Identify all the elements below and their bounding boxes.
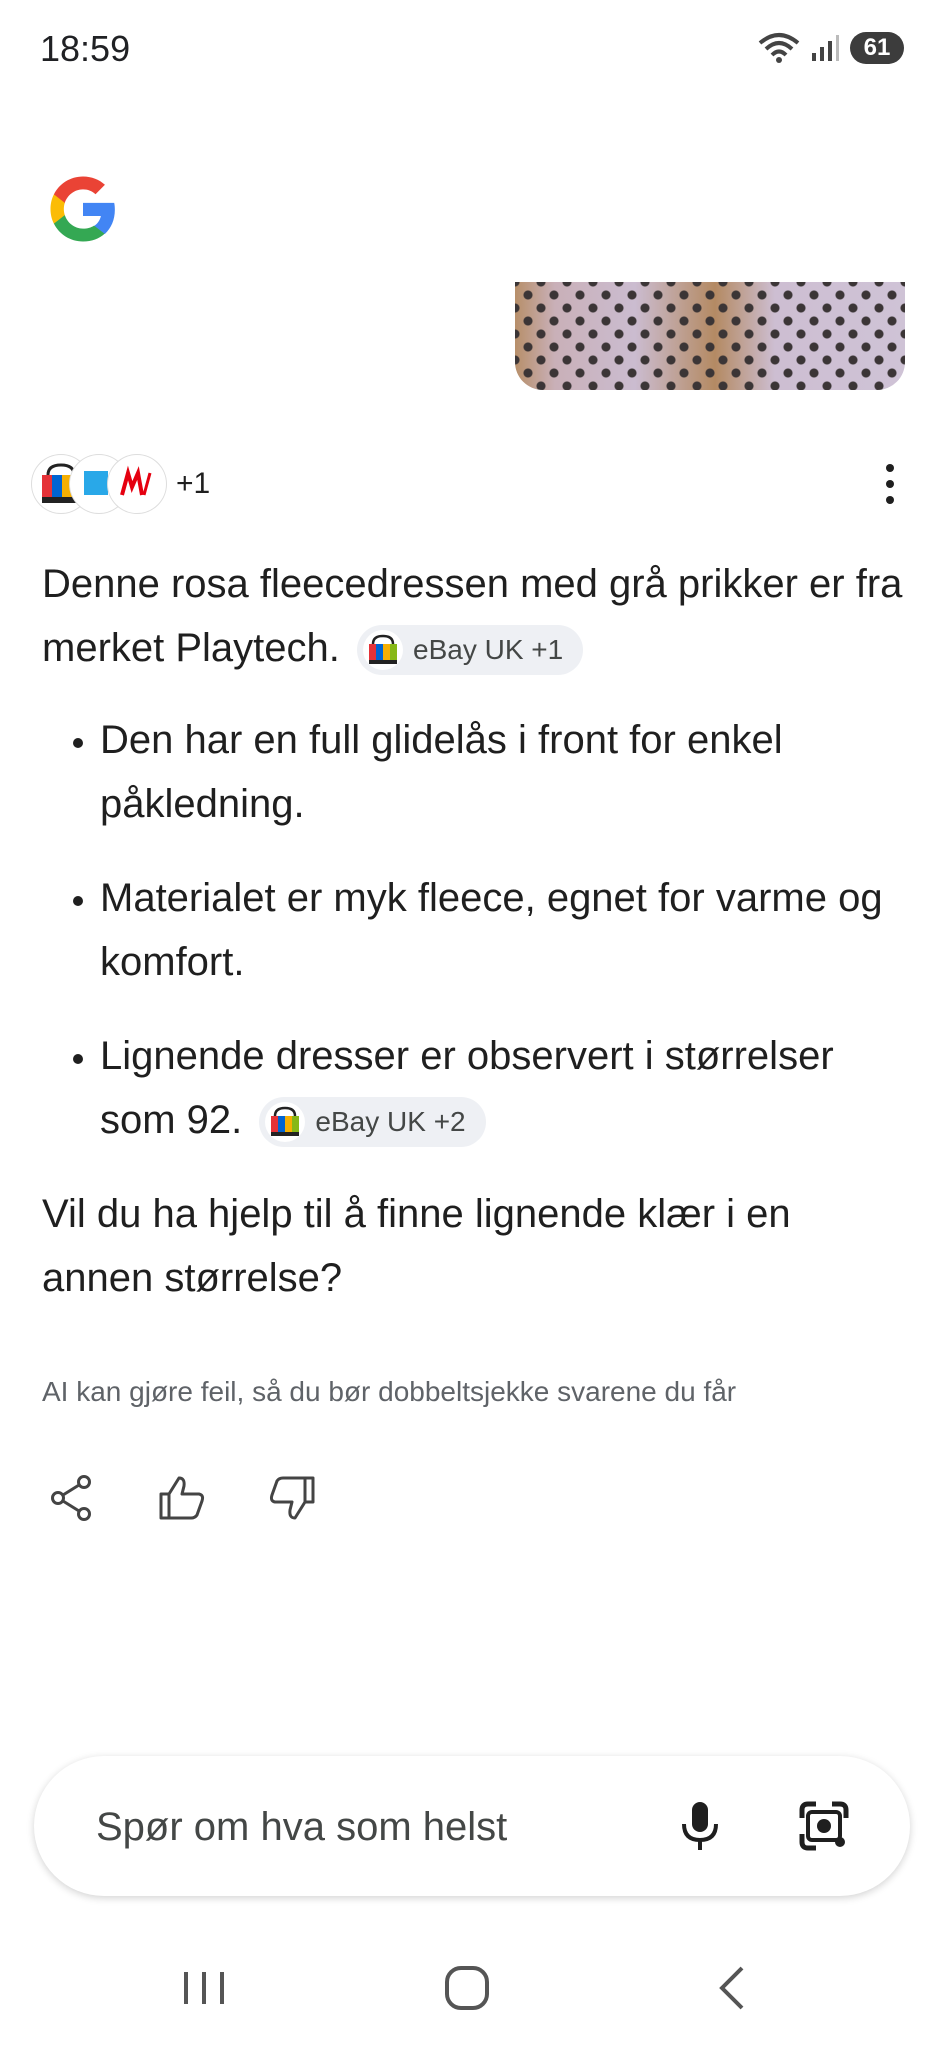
source-chip[interactable]: eBay UK +2	[259, 1097, 486, 1148]
google-logo[interactable]	[44, 170, 122, 248]
answer-bullets: Den har en full glidelås i front for enk…	[42, 708, 912, 1152]
chip-label: eBay UK +1	[413, 634, 564, 666]
home-icon[interactable]	[437, 1958, 497, 2018]
answer-intro: Denne rosa fleecedressen med grå prikker…	[42, 552, 912, 680]
thumbs-down-icon	[269, 1476, 315, 1520]
disclaimer: AI kan gjøre feil, så du bør dobbeltsjek…	[42, 1376, 737, 1407]
microphone-icon[interactable]	[670, 1796, 730, 1856]
thumbs-down-button[interactable]	[262, 1468, 322, 1528]
status-time: 18:59	[40, 28, 131, 69]
bullet-text: Materialet er myk fleece, egnet for varm…	[100, 876, 883, 984]
answer-follow-up: Vil du ha hjelp til å finne lignende klæ…	[42, 1192, 791, 1300]
back-icon[interactable]	[704, 1958, 764, 2018]
ebay-chip-icon	[265, 1102, 306, 1143]
share-icon	[51, 1475, 91, 1521]
google-lens-icon[interactable]	[794, 1796, 854, 1856]
ai-answer: Denne rosa fleecedressen med grå prikker…	[42, 552, 912, 1310]
sources-row[interactable]: +1	[32, 455, 211, 513]
more-options-icon[interactable]	[880, 464, 900, 504]
ebay-chip-icon	[363, 630, 404, 671]
list-item: Lignende dresser er observert i størrels…	[100, 1024, 912, 1152]
chip-label: eBay UK +2	[315, 1106, 466, 1138]
wifi-icon	[758, 33, 800, 63]
battery-indicator: 61	[850, 32, 904, 64]
status-icons: 61	[758, 30, 904, 66]
list-item: Materialet er myk fleece, egnet for varm…	[100, 866, 912, 994]
status-bar: 18:59 61	[0, 0, 946, 100]
thumbs-up-button[interactable]	[152, 1468, 212, 1528]
signal-icon	[812, 35, 839, 61]
source-chip[interactable]: eBay UK +1	[357, 625, 584, 676]
uploaded-image[interactable]	[515, 282, 905, 390]
search-input[interactable]	[94, 1756, 658, 1898]
sources-more-count: +1	[176, 467, 211, 500]
system-navigation-bar	[0, 1922, 946, 2049]
answer-actions	[42, 1468, 322, 1528]
bullet-text: Den har en full glidelås i front for enk…	[100, 718, 783, 826]
recent-apps-icon[interactable]	[174, 1958, 234, 2018]
thumbs-up-icon	[159, 1476, 205, 1520]
list-item: Den har en full glidelås i front for enk…	[100, 708, 912, 836]
hm-source-icon	[108, 455, 166, 513]
share-button[interactable]	[42, 1468, 102, 1528]
search-bar[interactable]	[34, 1756, 910, 1898]
